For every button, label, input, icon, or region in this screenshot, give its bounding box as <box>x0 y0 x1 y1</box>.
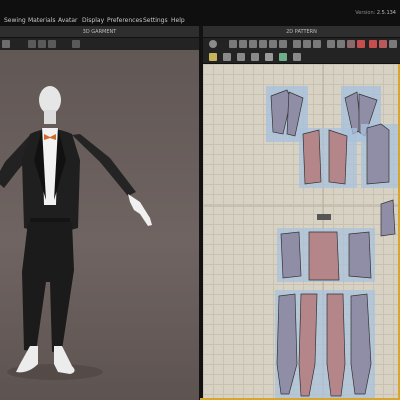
panel-title-2d-label: 2D PATTERN <box>286 29 317 35</box>
internal-line-icon[interactable] <box>327 40 335 48</box>
viewport-3d[interactable] <box>0 50 199 400</box>
transform-icon[interactable] <box>249 40 257 48</box>
view-icon[interactable] <box>72 40 80 48</box>
free-sewing-icon[interactable] <box>237 53 245 61</box>
rectangle-icon[interactable] <box>293 40 301 48</box>
menu-item-avatar[interactable]: Avatar <box>58 18 77 24</box>
pin-icon[interactable] <box>379 40 387 48</box>
add-point-icon[interactable] <box>269 40 277 48</box>
panel-title-2d: 2D PATTERN <box>203 26 400 38</box>
jacket-front-left-piece[interactable] <box>302 129 322 185</box>
texture-icon[interactable] <box>369 40 377 48</box>
menu-bar: Sewing Materials Avatar Display Preferen… <box>0 0 400 26</box>
move-icon[interactable] <box>239 40 247 48</box>
menu-item-materials[interactable]: Materials <box>28 18 56 24</box>
menu-item-sewing[interactable]: Sewing <box>4 18 26 24</box>
menu-item-display[interactable]: Display <box>82 18 104 24</box>
avatar-head <box>39 86 61 114</box>
settings-icon[interactable] <box>389 40 397 48</box>
seam-icon[interactable] <box>209 53 217 61</box>
menu-item-preferences[interactable]: Preferences <box>107 18 142 24</box>
menu-item-settings[interactable]: Settings <box>143 18 168 24</box>
viewport-2d-pattern[interactable] <box>203 64 400 400</box>
version-indicator: Version: 2.5.134 <box>355 10 396 16</box>
panel-title-3d: 3D GARMENT <box>0 26 199 38</box>
fabric-icon[interactable] <box>357 40 365 48</box>
refresh-icon[interactable] <box>209 40 217 48</box>
jacket-front-right-piece[interactable] <box>328 129 348 185</box>
camera-icon[interactable] <box>28 40 36 48</box>
panel-title-3d-label: 3D GARMENT <box>82 29 117 35</box>
trousers <box>22 222 74 352</box>
menu-item-help[interactable]: Help <box>171 18 185 24</box>
trouser-right-outer-piece[interactable] <box>350 293 372 395</box>
avatar-right-foot <box>54 346 75 374</box>
curve-icon[interactable] <box>279 40 287 48</box>
ellipse-icon[interactable] <box>303 40 311 48</box>
segment-icon[interactable] <box>251 53 259 61</box>
version-value: 2.5.134 <box>376 10 396 16</box>
toolbar-2d-row2 <box>203 50 400 64</box>
stitch-icon[interactable] <box>223 53 231 61</box>
vest-side-right-piece[interactable] <box>348 231 372 279</box>
select-icon[interactable] <box>229 40 237 48</box>
select-icon[interactable] <box>2 40 10 48</box>
pattern-canvas <box>203 64 400 400</box>
fold-icon[interactable] <box>347 40 355 48</box>
avatar-3d-render <box>0 86 152 380</box>
avatar-neck <box>44 110 56 124</box>
tape-icon[interactable] <box>279 53 287 61</box>
rotate-icon[interactable] <box>38 40 46 48</box>
toolbar-3d <box>0 38 199 50</box>
edit-point-icon[interactable] <box>259 40 267 48</box>
scale-icon[interactable] <box>48 40 56 48</box>
cuff-piece[interactable] <box>380 199 396 237</box>
dart-icon[interactable] <box>337 40 345 48</box>
avatar-right-arm <box>72 134 136 196</box>
jacket-back-piece[interactable] <box>366 123 390 185</box>
check-icon[interactable] <box>293 53 301 61</box>
vest-front-piece[interactable] <box>308 231 340 281</box>
measure-icon[interactable] <box>265 53 273 61</box>
trouser-right-inner-piece[interactable] <box>326 293 346 397</box>
vest-side-left-piece[interactable] <box>280 231 302 279</box>
avatar-right-hand <box>128 194 152 226</box>
polygon-icon[interactable] <box>313 40 321 48</box>
collar-piece[interactable] <box>317 214 331 220</box>
version-label: Version: <box>355 10 376 16</box>
toolbar-2d-row1 <box>203 38 400 50</box>
